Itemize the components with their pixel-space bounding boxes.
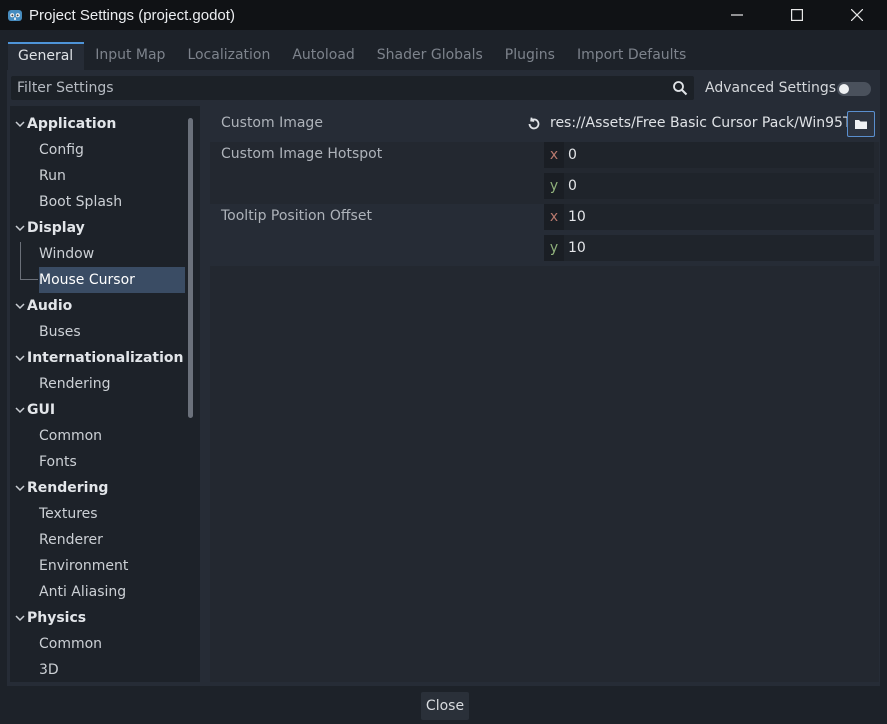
search-icon [673,81,688,96]
minimize-icon [731,14,743,16]
folder-icon [855,120,867,129]
maximize-button[interactable] [767,0,827,30]
tree-item-common[interactable]: Common [39,423,102,449]
window-title: Project Settings (project.godot) [29,6,235,24]
filter-placeholder: Filter Settings [17,80,114,96]
tree-label: Physics [27,610,87,626]
tree-item-window[interactable]: Window [39,241,94,267]
browse-button[interactable] [847,111,875,137]
custom-image-label: Custom Image [221,115,323,131]
tree-category-application[interactable]: Application [27,111,116,137]
advanced-settings-toggle[interactable] [837,82,871,96]
tooltip-y-axis: y [544,235,564,261]
tab-general[interactable]: General [8,42,85,70]
tab-plugins[interactable]: Plugins [494,42,566,70]
tree-category-physics[interactable]: Physics [27,605,86,631]
tab-bar: General Input Map Localization Autoload … [8,42,697,70]
maximize-icon [791,9,803,21]
tree-item-config[interactable]: Config [39,137,84,163]
tooltip-x-value[interactable]: 10 [568,204,586,230]
tooltip-y-field[interactable] [544,235,874,261]
chevron-down-icon[interactable] [15,353,25,363]
section-tree: Application Config Run Boot Splash Displ… [10,106,200,682]
tree-item-mouse-cursor[interactable]: Mouse Cursor [39,267,185,293]
tree-category-rendering[interactable]: Rendering [27,475,108,501]
close-button[interactable]: Close [421,692,469,720]
tree-item-renderer[interactable]: Renderer [39,527,103,553]
tree-item-run[interactable]: Run [39,163,66,189]
tree-category-audio[interactable]: Audio [27,293,72,319]
title-bar: Project Settings (project.godot) [0,0,887,30]
toggle-knob [839,84,849,94]
tooltip-y-value[interactable]: 10 [568,235,586,261]
godot-icon [8,10,22,21]
advanced-settings-label: Advanced Settings [705,80,837,96]
chevron-down-icon[interactable] [15,613,25,623]
tree-category-internationalization[interactable]: Internationalization [27,345,183,371]
chevron-down-icon[interactable] [15,405,25,415]
hotspot-label: Custom Image Hotspot [221,146,383,162]
revert-icon[interactable] [526,116,542,132]
tab-import-defaults[interactable]: Import Defaults [566,42,697,70]
tree-category-display[interactable]: Display [27,215,85,241]
chevron-down-icon[interactable] [15,483,25,493]
hotspot-x-axis: x [544,142,564,168]
tree-guide [20,279,38,280]
tab-shader-globals[interactable]: Shader Globals [366,42,494,70]
hotspot-y-value[interactable]: 0 [568,173,577,199]
tree-item-3d[interactable]: 3D [39,657,59,682]
close-icon [851,9,863,21]
chevron-down-icon[interactable] [15,223,25,233]
custom-image-path[interactable]: res://Assets/Free Basic Cursor Pack/Win9… [550,115,852,131]
tree-label: Display [27,220,85,236]
tree-label: Application [27,116,117,132]
hotspot-x-field[interactable] [544,142,874,168]
chevron-down-icon[interactable] [15,301,25,311]
filter-settings-input[interactable]: Filter Settings [11,76,694,100]
tree-scrollbar-thumb[interactable] [188,118,193,418]
tree-item-common[interactable]: Common [39,631,102,657]
tree-item-boot-splash[interactable]: Boot Splash [39,189,122,215]
hotspot-y-axis: y [544,173,564,199]
tab-localization[interactable]: Localization [176,42,281,70]
tree-label: GUI [27,402,56,418]
tree-item-environment[interactable]: Environment [39,553,128,579]
tree-item-fonts[interactable]: Fonts [39,449,77,475]
tooltip-x-axis: x [544,204,564,230]
tab-autoload[interactable]: Autoload [281,42,365,70]
tree-category-gui[interactable]: GUI [27,397,55,423]
tree-label: Internationalization [27,350,184,366]
tree-item-textures[interactable]: Textures [39,501,98,527]
tree-item-buses[interactable]: Buses [39,319,81,345]
tab-input-map[interactable]: Input Map [84,42,176,70]
tree-label: Rendering [27,480,109,496]
property-inspector: Custom Image res://Assets/Free Basic Cur… [210,106,879,682]
close-window-button[interactable] [827,0,887,30]
tree-guide [20,242,21,280]
hotspot-x-value[interactable]: 0 [568,142,577,168]
hotspot-y-field[interactable] [544,173,874,199]
tooltip-offset-label: Tooltip Position Offset [221,208,372,224]
minimize-button[interactable] [707,0,767,30]
tooltip-x-field[interactable] [544,204,874,230]
tree-item-anti-aliasing[interactable]: Anti Aliasing [39,579,126,605]
chevron-down-icon[interactable] [15,119,25,129]
tree-item-rendering[interactable]: Rendering [39,371,111,397]
tree-label: Audio [27,298,73,314]
